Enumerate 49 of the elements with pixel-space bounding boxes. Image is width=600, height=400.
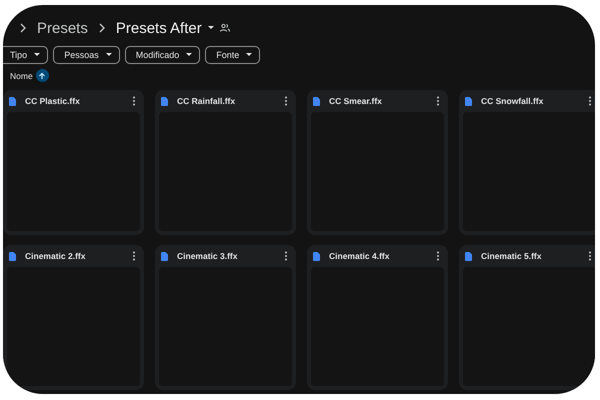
filter-chip[interactable]: Fonte bbox=[205, 46, 260, 64]
breadcrumb-item[interactable]: Presets After bbox=[116, 20, 202, 36]
caret-icon bbox=[186, 53, 192, 57]
sort-label: Nome bbox=[10, 70, 33, 80]
filter-chip[interactable]: Tipo bbox=[3, 46, 48, 64]
caret-icon bbox=[246, 53, 252, 57]
people-icon bbox=[220, 24, 230, 32]
more-options-icon[interactable] bbox=[588, 251, 592, 261]
more-options-icon[interactable] bbox=[284, 251, 288, 261]
arrow-up-icon bbox=[38, 72, 46, 80]
more-options-icon[interactable] bbox=[284, 96, 288, 106]
document-icon bbox=[313, 96, 320, 106]
file-name: Cinematic 2.ffx bbox=[25, 251, 86, 261]
file-card[interactable]: CC Smear.ffx bbox=[307, 90, 448, 235]
more-options-icon[interactable] bbox=[588, 96, 592, 106]
file-card[interactable]: Cinematic 3.ffx bbox=[155, 245, 296, 390]
caret-icon bbox=[208, 26, 214, 30]
caret-icon bbox=[106, 53, 112, 57]
more-options-icon[interactable] bbox=[436, 96, 440, 106]
document-icon bbox=[9, 96, 16, 106]
file-card[interactable]: CC Rainfall.ffx bbox=[155, 90, 296, 235]
filter-chip[interactable]: Pessoas bbox=[53, 46, 120, 64]
file-card[interactable]: CC Snowfall.ffx bbox=[459, 90, 595, 235]
more-options-icon[interactable] bbox=[132, 251, 136, 261]
file-name: CC Rainfall.ffx bbox=[177, 96, 236, 106]
document-icon bbox=[161, 96, 168, 106]
more-options-icon[interactable] bbox=[132, 96, 136, 106]
chevron-icon bbox=[98, 23, 106, 33]
file-name: CC Plastic.ffx bbox=[25, 96, 81, 106]
more-options-icon[interactable] bbox=[436, 251, 440, 261]
file-card[interactable]: CC Plastic.ffx bbox=[3, 90, 144, 235]
file-name: Cinematic 3.ffx bbox=[177, 251, 238, 261]
filter-chip[interactable]: Modificado bbox=[124, 46, 200, 64]
document-icon bbox=[9, 252, 16, 260]
document-icon bbox=[161, 252, 168, 260]
file-card[interactable]: Cinematic 5.ffx bbox=[459, 245, 595, 390]
document-icon bbox=[313, 252, 320, 260]
chevron-icon bbox=[19, 23, 27, 33]
file-name: Cinematic 4.ffx bbox=[329, 251, 390, 261]
file-name: CC Snowfall.ffx bbox=[481, 96, 544, 106]
document-icon bbox=[465, 252, 472, 260]
caret-icon bbox=[34, 53, 40, 57]
file-card[interactable]: Cinematic 4.ffx bbox=[307, 245, 448, 390]
breadcrumb-item[interactable]: Presets bbox=[37, 20, 88, 36]
file-name: Cinematic 5.ffx bbox=[481, 251, 542, 261]
file-name: CC Smear.ffx bbox=[329, 96, 383, 106]
file-card[interactable]: Cinematic 2.ffx bbox=[3, 245, 144, 390]
document-icon bbox=[465, 96, 472, 106]
sort-ascending-button[interactable] bbox=[36, 69, 49, 82]
